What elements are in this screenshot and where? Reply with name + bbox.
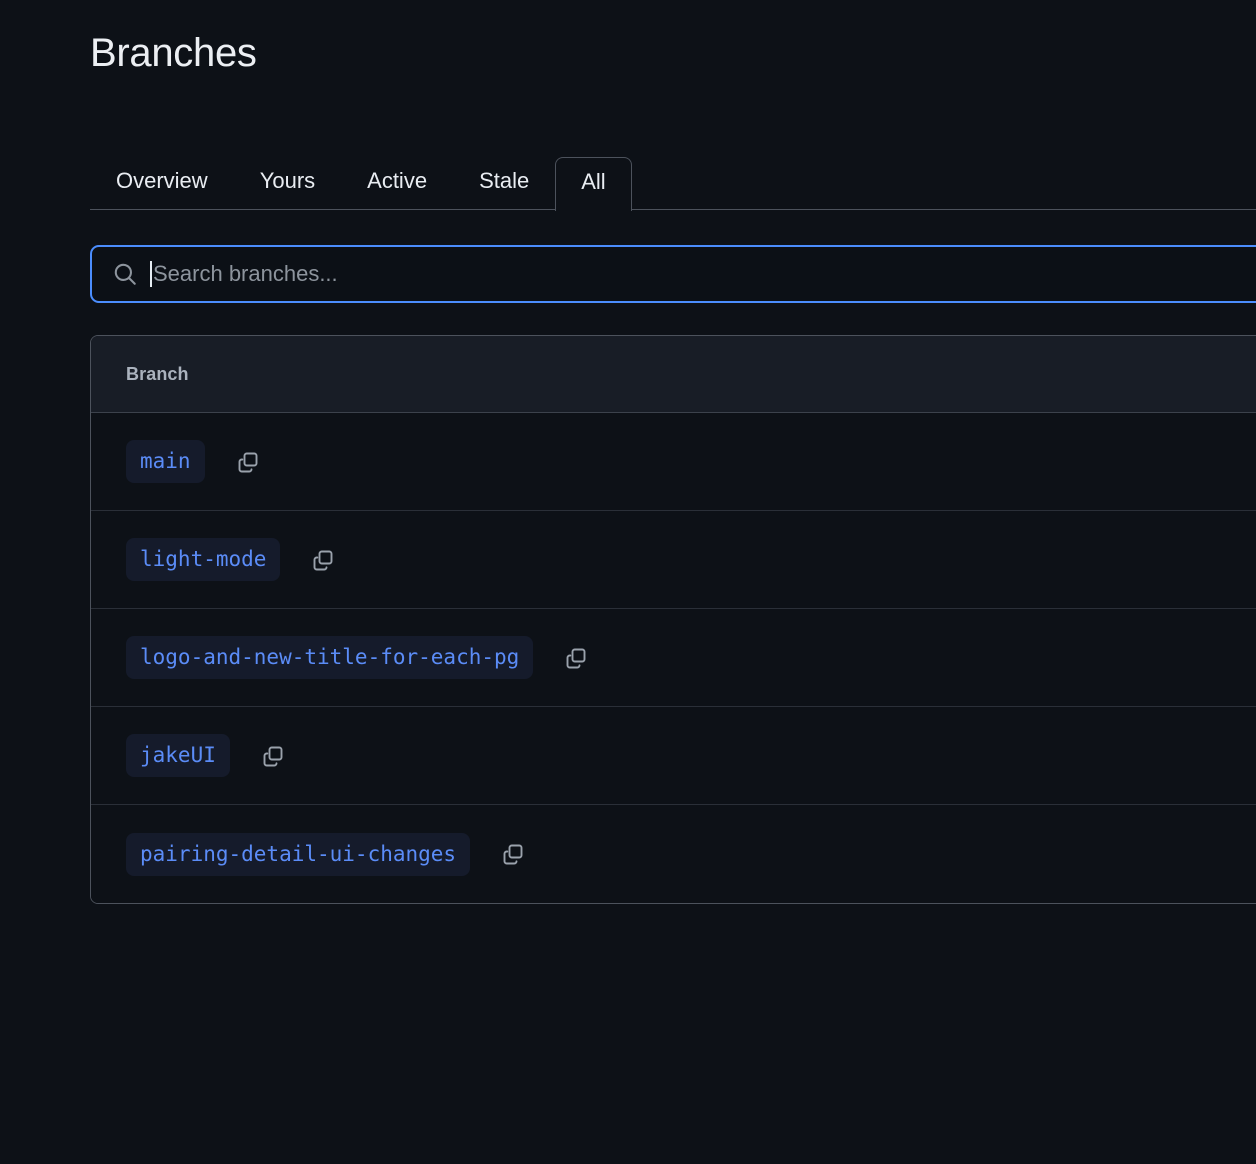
tab-active-label: Active — [341, 156, 453, 192]
branch-name-badge[interactable]: light-mode — [126, 538, 280, 581]
page-title: Branches — [90, 26, 257, 80]
table-row[interactable]: main — [91, 413, 1256, 511]
search-branches-box[interactable] — [90, 245, 1256, 303]
table-row[interactable]: light-mode — [91, 511, 1256, 609]
table-row[interactable]: pairing-detail-ui-changes — [91, 805, 1256, 903]
copy-branch-button[interactable] — [306, 543, 340, 577]
tab-all-label: All — [556, 158, 630, 193]
branches-page: Branches Overview Yours Active Stale All — [0, 0, 1256, 1164]
copy-branch-button[interactable] — [256, 739, 290, 773]
copy-icon — [236, 450, 260, 474]
copy-icon — [261, 744, 285, 768]
copy-branch-button[interactable] — [559, 641, 593, 675]
copy-icon — [311, 548, 335, 572]
branch-name-badge[interactable]: main — [126, 440, 205, 483]
tab-list: Overview Yours Active Stale All — [90, 140, 1256, 210]
copy-branch-button[interactable] — [231, 445, 265, 479]
branch-name-badge[interactable]: logo-and-new-title-for-each-pg — [126, 636, 533, 679]
tab-stale-label: Stale — [453, 156, 555, 192]
tab-stale[interactable]: Stale — [453, 156, 555, 210]
search-input[interactable] — [153, 247, 1256, 301]
table-row[interactable]: jakeUI — [91, 707, 1256, 805]
tab-overview-label: Overview — [90, 156, 234, 192]
copy-branch-button[interactable] — [496, 837, 530, 871]
tab-active[interactable]: Active — [341, 156, 453, 210]
tab-all[interactable]: All — [555, 157, 631, 211]
branch-name-badge[interactable]: jakeUI — [126, 734, 230, 777]
column-header-branch: Branch — [126, 364, 189, 385]
tab-bar: Overview Yours Active Stale All — [90, 140, 1256, 210]
table-row[interactable]: logo-and-new-title-for-each-pg — [91, 609, 1256, 707]
tab-yours[interactable]: Yours — [234, 156, 341, 210]
branches-table: Branch main light-mode logo-and-new-titl… — [90, 335, 1256, 904]
table-header-row: Branch — [91, 336, 1256, 413]
copy-icon — [564, 646, 588, 670]
text-caret — [150, 261, 152, 287]
tab-yours-label: Yours — [234, 156, 341, 192]
search-icon — [112, 261, 138, 287]
tab-overview[interactable]: Overview — [90, 156, 234, 210]
branch-name-badge[interactable]: pairing-detail-ui-changes — [126, 833, 470, 876]
copy-icon — [501, 842, 525, 866]
